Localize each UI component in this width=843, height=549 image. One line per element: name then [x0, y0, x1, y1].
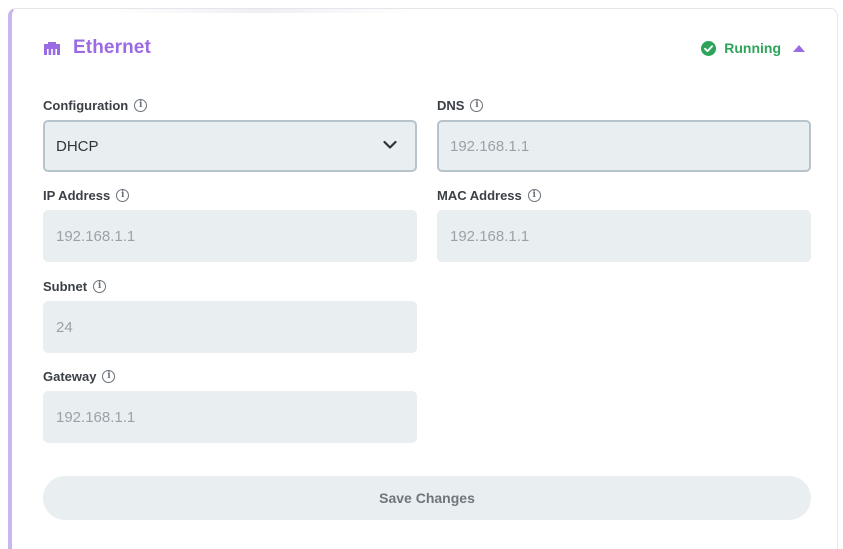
- card-top-shadow: [112, 9, 412, 13]
- info-icon[interactable]: i: [102, 369, 116, 383]
- gateway-value: 192.168.1.1: [56, 408, 136, 426]
- ip-address-value: 192.168.1.1: [56, 227, 136, 245]
- configuration-value: DHCP: [56, 137, 99, 155]
- ip-address-field: IP Address i 192.168.1.1: [43, 186, 417, 262]
- dns-value: 192.168.1.1: [450, 137, 530, 155]
- gateway-label: Gateway i: [43, 367, 417, 385]
- status-label: Running: [724, 40, 781, 56]
- save-changes-button[interactable]: Save Changes: [43, 476, 811, 520]
- subnet-input[interactable]: 24: [43, 301, 417, 353]
- gateway-input[interactable]: 192.168.1.1: [43, 391, 417, 443]
- card-title: Ethernet: [73, 37, 151, 58]
- mac-address-value: 192.168.1.1: [450, 227, 530, 245]
- info-icon[interactable]: i: [527, 188, 541, 202]
- info-icon[interactable]: i: [134, 98, 148, 112]
- info-icon[interactable]: i: [116, 188, 130, 202]
- ethernet-card: Ethernet Running Configuration i DHCP DN…: [8, 8, 838, 549]
- ip-address-input[interactable]: 192.168.1.1: [43, 210, 417, 262]
- configuration-label: Configuration i: [43, 96, 417, 114]
- dns-input[interactable]: 192.168.1.1: [437, 120, 811, 172]
- mac-address-input[interactable]: 192.168.1.1: [437, 210, 811, 262]
- ip-address-label: IP Address i: [43, 186, 417, 204]
- info-icon[interactable]: i: [93, 279, 107, 293]
- gateway-field: Gateway i 192.168.1.1: [43, 367, 417, 443]
- configuration-field: Configuration i DHCP: [43, 96, 417, 172]
- info-icon[interactable]: i: [470, 98, 484, 112]
- title-group: Ethernet: [42, 37, 151, 59]
- subnet-field: Subnet i 24: [43, 277, 417, 353]
- mac-address-field: MAC Address i 192.168.1.1: [437, 186, 811, 262]
- subnet-label: Subnet i: [43, 277, 417, 295]
- caret-up-icon[interactable]: [793, 44, 805, 52]
- dns-field: DNS i 192.168.1.1: [437, 96, 811, 172]
- subnet-value: 24: [56, 318, 73, 336]
- configuration-select[interactable]: DHCP: [43, 120, 417, 172]
- check-circle-icon: [701, 40, 717, 56]
- status-toggle[interactable]: Running: [701, 40, 807, 56]
- ethernet-port-icon: [44, 42, 60, 55]
- mac-address-label: MAC Address i: [437, 186, 811, 204]
- card-header[interactable]: Ethernet Running: [42, 37, 807, 61]
- dns-label: DNS i: [437, 96, 811, 114]
- chevron-down-icon: [383, 140, 397, 149]
